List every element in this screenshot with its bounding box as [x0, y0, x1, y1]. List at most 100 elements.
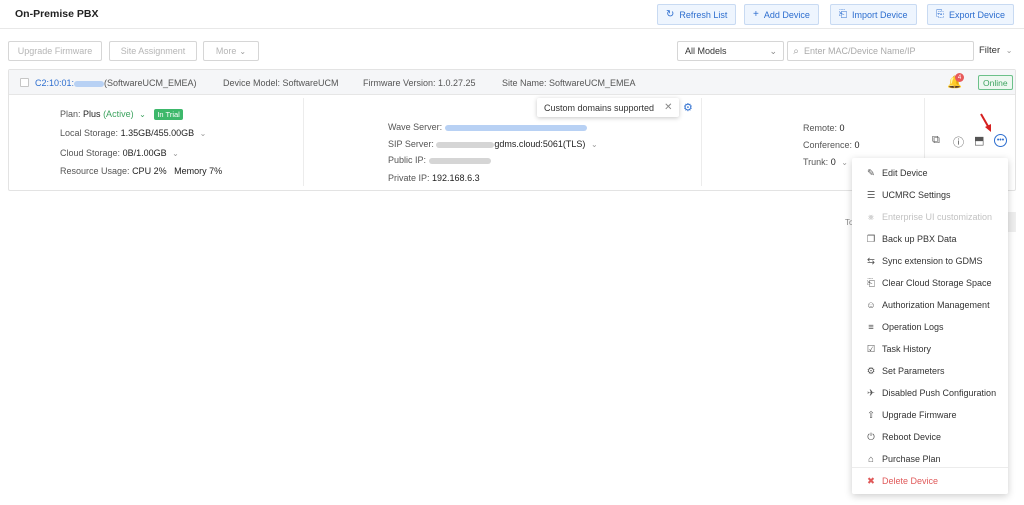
- edit-icon: ✎: [867, 167, 875, 179]
- chevron-down-icon: ⌄: [769, 46, 777, 56]
- sip-server-label: SIP Server:: [388, 139, 434, 149]
- cpu-usage: CPU 2%: [132, 166, 167, 176]
- chevron-down-icon[interactable]: ⌄: [200, 129, 207, 138]
- device-mac-link[interactable]: C2:10:01:: [35, 78, 74, 88]
- resource-usage-row: Resource Usage: CPU 2% Memory 7%: [60, 166, 222, 176]
- chevron-down-icon[interactable]: ⌄: [172, 149, 179, 158]
- task-icon: ☑: [866, 343, 876, 355]
- push-off-icon: ✈: [867, 387, 875, 399]
- menu-item-label: Authorization Management: [882, 300, 990, 310]
- menu-item-enterprise-ui-customization: ⨳ Enterprise UI customization: [852, 206, 1008, 228]
- more-label: More: [215, 46, 237, 56]
- more-dropdown-button[interactable]: More ⌄: [203, 41, 259, 61]
- chevron-down-icon: ⌄: [239, 46, 247, 56]
- clear-storage-icon: ⎗: [867, 277, 875, 289]
- notification-badge: 4: [955, 73, 964, 82]
- menu-item-upgrade-firmware[interactable]: ⇧ Upgrade Firmware: [852, 404, 1008, 426]
- backup-icon: ❐: [866, 233, 876, 245]
- refresh-list-label: Refresh List: [679, 9, 728, 20]
- sliders-icon: ☰: [866, 189, 876, 201]
- firmware-version: Firmware Version: 1.0.27.25: [363, 78, 476, 88]
- import-device-button[interactable]: ⎗ Import Device: [830, 4, 917, 25]
- device-identity[interactable]: C2:10:01: (SoftwareUCM_EMEA): [35, 78, 197, 88]
- chevron-down-icon[interactable]: ⌄: [591, 140, 598, 149]
- chevron-down-icon[interactable]: ⌄: [841, 158, 848, 167]
- menu-item-label: Purchase Plan: [882, 454, 941, 464]
- red-arrow-annotation: [980, 113, 991, 132]
- menu-item-label: Upgrade Firmware: [882, 410, 957, 420]
- menu-item-operation-logs[interactable]: ≡ Operation Logs: [852, 316, 1008, 338]
- search-icon: ⌕: [793, 45, 799, 57]
- export-device-button[interactable]: ⎘ Export Device: [927, 4, 1015, 25]
- resource-usage-label: Resource Usage:: [60, 166, 130, 176]
- sip-server-row: SIP Server: gdms.cloud:5061(TLS) ⌄: [388, 139, 598, 149]
- more-actions-icon[interactable]: •••: [994, 134, 1007, 147]
- custom-domains-tooltip: Custom domains supported ✕: [537, 98, 680, 117]
- menu-item-task-history[interactable]: ☑ Task History: [852, 338, 1008, 360]
- public-ip-label: Public IP:: [388, 155, 427, 165]
- site-assignment-button[interactable]: Site Assignment: [109, 41, 197, 61]
- search-input[interactable]: [804, 46, 969, 56]
- menu-item-reboot-device[interactable]: ⏻ Reboot Device: [852, 426, 1008, 448]
- info-icon[interactable]: ⓘ: [953, 134, 964, 150]
- export-icon: ⎘: [936, 9, 944, 20]
- menu-item-back-up-pbx-data[interactable]: ❐ Back up PBX Data: [852, 228, 1008, 250]
- menu-item-clear-cloud-storage-space[interactable]: ⎗ Clear Cloud Storage Space: [852, 272, 1008, 294]
- model-select[interactable]: All Models ⌄: [677, 41, 784, 61]
- plan-row: Plan: Plus (Active) ⌄ In Trial: [60, 109, 183, 120]
- menu-item-sync-extension-to-gdms[interactable]: ⇆ Sync extension to GDMS: [852, 250, 1008, 272]
- gear-icon[interactable]: ⚙: [683, 101, 693, 114]
- wave-server-row: Wave Server:: [388, 122, 587, 132]
- column-divider: [303, 98, 304, 186]
- upgrade-firmware-button[interactable]: Upgrade Firmware: [8, 41, 102, 61]
- upgrade-icon: ⇧: [867, 409, 875, 421]
- column-divider: [701, 98, 702, 186]
- status-badge: Online: [978, 75, 1013, 90]
- add-device-button[interactable]: + Add Device: [744, 4, 819, 25]
- topology-icon[interactable]: ⧉: [932, 134, 940, 147]
- remote-label: Remote:: [803, 123, 838, 133]
- filter-label: Filter: [979, 45, 1001, 56]
- menu-item-ucmrc-settings[interactable]: ☰ UCMRC Settings: [852, 184, 1008, 206]
- close-icon[interactable]: ✕: [664, 102, 672, 113]
- wave-server-label: Wave Server:: [388, 122, 443, 132]
- menu-item-disabled-push-configuration[interactable]: ✈ Disabled Push Configuration: [852, 382, 1008, 404]
- conference-value: 0: [854, 140, 860, 150]
- chevron-down-icon[interactable]: ⌄: [139, 110, 146, 119]
- sip-server-value: gdms.cloud:5061(TLS): [494, 139, 586, 149]
- filter-button[interactable]: Filter ⌄: [979, 45, 1012, 56]
- log-icon: ≡: [868, 321, 874, 333]
- menu-item-label: Delete Device: [882, 476, 939, 486]
- redacted-wave-server: [444, 124, 587, 131]
- conference-label: Conference:: [803, 140, 853, 150]
- menu-item-delete-device[interactable]: ✖ Delete Device: [852, 470, 1008, 492]
- conference-row: Conference: 0: [803, 140, 860, 150]
- remote-value: 0: [839, 123, 845, 133]
- menu-item-label: Set Parameters: [882, 366, 945, 376]
- plus-icon: +: [753, 9, 759, 20]
- menu-item-label: Enterprise UI customization: [882, 212, 993, 222]
- menu-item-edit-device[interactable]: ✎ Edit Device: [852, 162, 1008, 184]
- refresh-list-button[interactable]: ↻ Refresh List: [657, 4, 737, 25]
- trash-icon: ✖: [867, 475, 875, 487]
- device-checkbox[interactable]: [20, 78, 29, 87]
- menu-item-purchase-plan[interactable]: ⌂ Purchase Plan: [852, 448, 1008, 470]
- device-card-header: C2:10:01: (SoftwareUCM_EMEA) Device Model…: [9, 70, 1015, 95]
- remote-access-icon[interactable]: ⬒: [974, 134, 984, 147]
- search-box: ⌕: [787, 41, 974, 61]
- cloud-storage-row: Cloud Storage: 0B/1.00GB ⌄: [60, 148, 179, 158]
- device-model: Device Model: SoftwareUCM: [223, 78, 339, 88]
- menu-item-label: Reboot Device: [882, 432, 942, 442]
- redacted-public-ip: [428, 157, 491, 164]
- model-select-value: All Models: [685, 46, 727, 56]
- cloud-storage-value: 0B/1.00GB: [122, 148, 167, 158]
- trunk-label: Trunk:: [803, 157, 829, 167]
- menu-item-label: Edit Device: [882, 168, 928, 178]
- menu-item-authorization-management[interactable]: ☺ Authorization Management: [852, 294, 1008, 316]
- menu-item-label: Disabled Push Configuration: [882, 388, 997, 398]
- menu-item-set-parameters[interactable]: ⚙ Set Parameters: [852, 360, 1008, 382]
- gear-icon: ⚙: [866, 365, 876, 377]
- trunk-row: Trunk: 0 ⌄: [803, 157, 848, 167]
- refresh-icon: ↻: [666, 9, 675, 20]
- memory-usage: Memory 7%: [174, 166, 223, 176]
